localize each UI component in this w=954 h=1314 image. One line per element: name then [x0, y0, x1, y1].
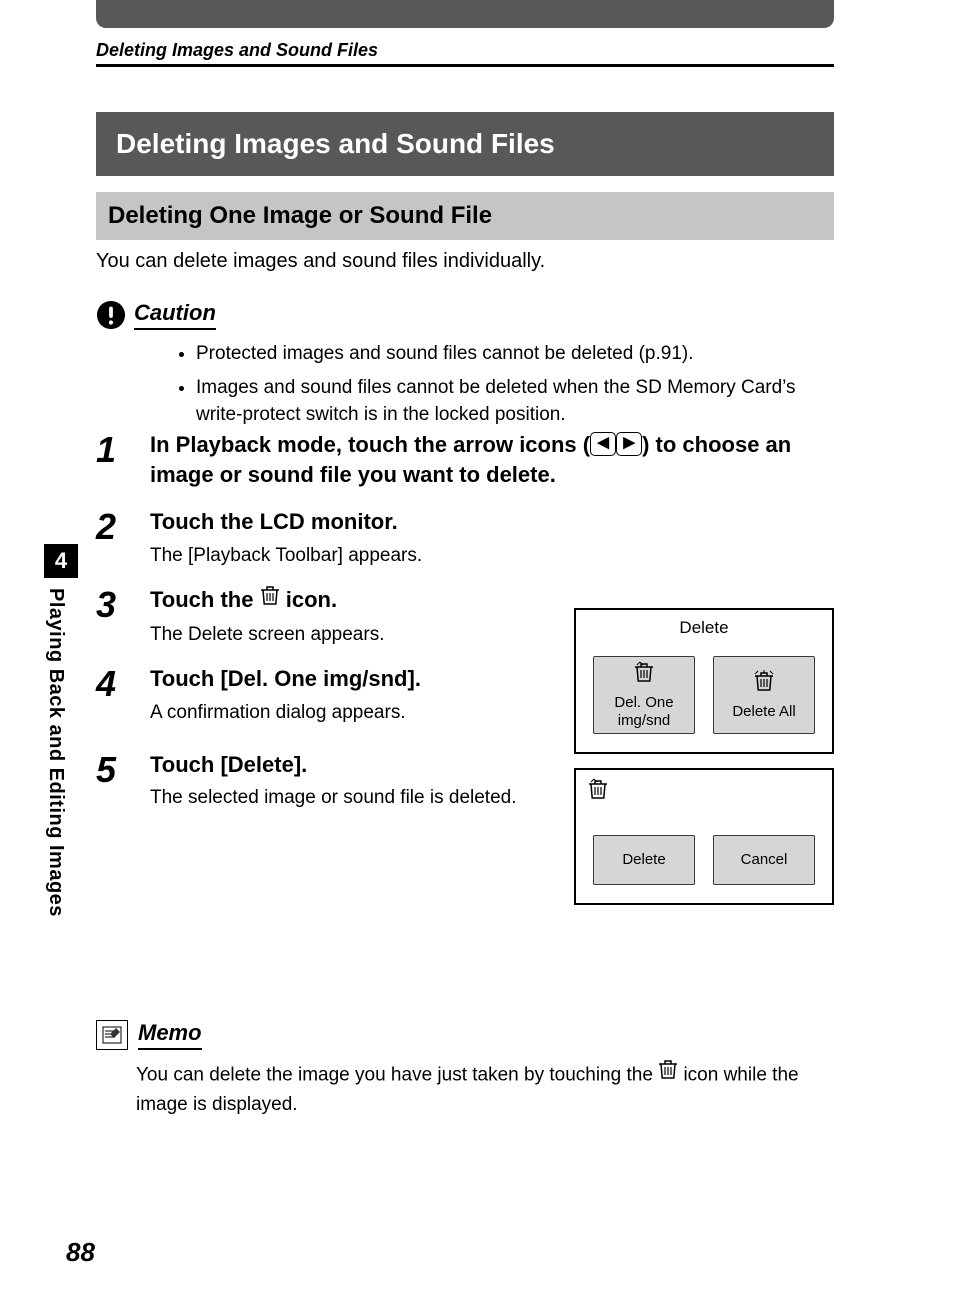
- button-label: img/snd: [618, 712, 671, 730]
- confirm-delete-button[interactable]: Delete: [593, 835, 695, 885]
- button-label: Delete All: [732, 703, 795, 721]
- arrow-left-icon: ◀: [590, 432, 616, 456]
- step-number: 3: [96, 587, 126, 646]
- caution-title: Caution: [134, 300, 216, 330]
- step-number: 1: [96, 432, 126, 489]
- section-title: Deleting Images and Sound Files: [96, 112, 834, 176]
- running-head-rule: [96, 64, 834, 67]
- trash-single-icon: [634, 661, 654, 688]
- confirm-screen: Delete Cancel: [574, 768, 834, 905]
- step-instruction: Touch the: [150, 587, 260, 612]
- chapter-number: 4: [44, 544, 78, 578]
- step-instruction: Touch [Del. One img/snd].: [150, 664, 570, 694]
- trash-single-icon: [588, 778, 822, 805]
- chapter-label: Playing Back and Editing Images: [44, 588, 67, 988]
- cancel-button[interactable]: Cancel: [713, 835, 815, 885]
- step-instruction: In Playback mode, touch the arrow icons …: [150, 432, 590, 457]
- page-top-bar: [96, 0, 834, 28]
- delete-screen: Delete Del. One img/snd Delete All: [574, 608, 834, 754]
- arrow-right-icon: ▶: [616, 432, 642, 456]
- running-head: Deleting Images and Sound Files: [96, 40, 378, 61]
- step-1: 1 In Playback mode, touch the arrow icon…: [96, 430, 834, 489]
- caution-icon: [96, 300, 126, 330]
- step-number: 5: [96, 752, 126, 810]
- memo-block: Memo You can delete the image you have j…: [96, 1020, 834, 1118]
- delete-all-button[interactable]: Delete All: [713, 656, 815, 734]
- button-label: Delete: [622, 851, 665, 869]
- button-label: Del. One: [614, 694, 673, 712]
- memo-title: Memo: [138, 1020, 202, 1050]
- step-instruction: icon.: [286, 587, 337, 612]
- memo-text: You can delete the image you have just t…: [136, 1064, 658, 1085]
- memo-icon: [96, 1020, 128, 1050]
- trash-all-icon: [754, 670, 774, 697]
- step-instruction: Touch [Delete].: [150, 750, 570, 780]
- trash-icon: [260, 584, 280, 614]
- step-number: 2: [96, 509, 126, 567]
- caution-bullet: Protected images and sound files cannot …: [196, 340, 834, 368]
- trash-icon: [658, 1058, 678, 1089]
- chapter-side-tab: 4 Playing Back and Editing Images: [44, 544, 78, 984]
- page-number: 88: [66, 1237, 95, 1268]
- subsection-title: Deleting One Image or Sound File: [96, 192, 834, 240]
- button-label: Cancel: [741, 851, 788, 869]
- step-number: 4: [96, 666, 126, 724]
- step-2: 2 Touch the LCD monitor. The [Playback T…: [96, 507, 834, 567]
- screen-title: Delete: [586, 618, 822, 638]
- step-instruction: Touch the LCD monitor.: [150, 507, 834, 537]
- caution-block: Caution Protected images and sound files…: [96, 300, 834, 435]
- intro-text: You can delete images and sound files in…: [96, 250, 834, 273]
- caution-bullet: Images and sound files cannot be deleted…: [196, 374, 834, 429]
- step-detail: The [Playback Toolbar] appears.: [150, 545, 834, 567]
- del-one-img-snd-button[interactable]: Del. One img/snd: [593, 656, 695, 734]
- step-detail: The selected image or sound file is dele…: [150, 787, 570, 809]
- step-detail: A confirmation dialog appears.: [150, 702, 570, 724]
